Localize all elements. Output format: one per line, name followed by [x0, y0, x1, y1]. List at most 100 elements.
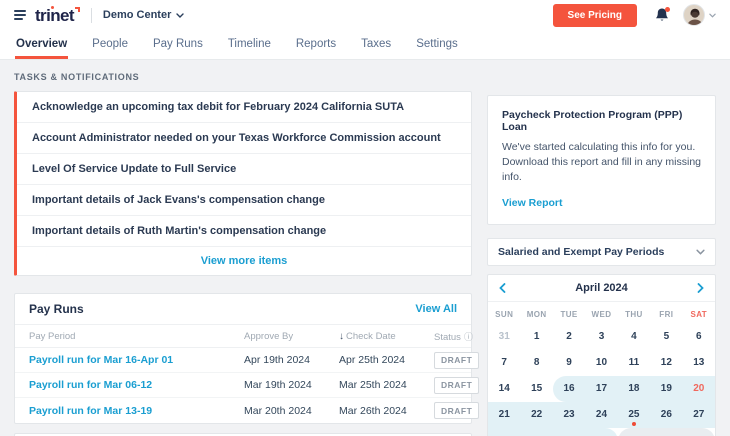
tab-people[interactable]: People	[91, 30, 129, 59]
calendar-day[interactable]: 18	[617, 375, 651, 402]
info-icon: ⓘ	[463, 331, 473, 342]
status-cell: DRAFT	[434, 351, 480, 369]
calendar-day[interactable]: 27	[682, 401, 715, 428]
calendar-day[interactable]: 26	[650, 401, 683, 428]
calendar-day[interactable]: 13	[683, 350, 715, 376]
calendar-day[interactable]: 11	[618, 350, 650, 376]
approve-by-value: Apr 19th 2024	[244, 354, 310, 366]
calendar-day[interactable]: 28	[488, 427, 521, 436]
check-date-value: Apr 25th 2024	[339, 354, 405, 366]
calendar-day[interactable]: 9	[553, 350, 585, 376]
trinet-logo[interactable]: trinet	[35, 5, 80, 25]
header-divider	[90, 7, 92, 23]
pay-runs-card: Pay Runs View All Pay Period Approve By …	[14, 293, 480, 424]
calendar-day[interactable]: 1	[520, 324, 552, 350]
calendar-day[interactable]: 31	[488, 324, 520, 350]
calendar-day[interactable]: 30	[552, 427, 586, 436]
calendar-grid: 31 1 2 3 4 5 6 7 8 9 10 11 12 13 14 15 16 17 18 19 20 21 22 23 2…	[488, 324, 715, 436]
calendar-day[interactable]: 4	[618, 324, 650, 350]
calendar-day[interactable]: 22	[520, 401, 553, 428]
pay-runs-table-header: Pay Period Approve By ↓ Check Date Status…	[15, 325, 473, 348]
pay-run-row: Payroll run for Mar 16-Apr 01 Apr 19th 20…	[15, 348, 480, 373]
calendar-day[interactable]: 21	[488, 401, 521, 428]
pay-runs-header: Pay Runs View All	[15, 294, 471, 325]
tab-overview[interactable]: Overview	[15, 30, 69, 59]
notification-item[interactable]: Important details of Ruth Martin's compe…	[17, 216, 471, 247]
calendar-day[interactable]: 15	[520, 376, 552, 402]
calendar-prev-month-icon[interactable]	[499, 282, 506, 293]
notification-item[interactable]: Acknowledge an upcoming tax debit for Fe…	[17, 92, 471, 123]
status-cell: DRAFT	[434, 402, 480, 419]
calendar-day[interactable]: 8	[520, 350, 552, 376]
calendar-day[interactable]: 17	[585, 375, 618, 402]
calendar-day[interactable]: 5	[650, 324, 682, 350]
logo-orange-dot	[50, 5, 54, 9]
user-menu[interactable]	[683, 4, 716, 26]
status-badge: DRAFT	[434, 376, 480, 394]
calendar-card: April 2024 SUN MON TUE WED THU FRI SAT 31 1 2 3 4 5…	[487, 273, 716, 436]
calendar-day[interactable]: 24	[585, 401, 618, 428]
pay-run-link[interactable]: Payroll run for Mar 13-19	[29, 405, 244, 417]
column-status[interactable]: Status ⓘ	[434, 330, 473, 343]
tab-pay-runs[interactable]: Pay Runs	[152, 30, 204, 59]
calendar-day[interactable]: 3	[650, 427, 683, 436]
day-header-thu: THU	[625, 309, 643, 319]
column-check-date[interactable]: ↓ Check Date	[339, 331, 434, 342]
check-date-value: Mar 25th 2024	[339, 379, 407, 391]
pay-run-link[interactable]: Payroll run for Mar 16-Apr 01	[29, 354, 244, 366]
pay-run-row: Payroll run for Mar 13-19 Mar 20th 2024 Ma…	[15, 398, 480, 423]
calendar-day[interactable]: 10	[585, 350, 617, 376]
hamburger-menu-icon[interactable]	[14, 9, 26, 21]
pay-runs-title: Pay Runs	[29, 302, 84, 316]
view-all-link[interactable]: View All	[415, 303, 457, 315]
notification-item[interactable]: Important details of Jack Evans's compen…	[17, 185, 471, 216]
calendar-next-month-icon[interactable]	[697, 282, 704, 293]
view-more-items-link[interactable]: View more items	[17, 247, 471, 275]
main-content: TASKS & NOTIFICATIONS Acknowledge an upc…	[0, 60, 730, 436]
pay-run-row: Payroll run for Mar 06-12 Mar 19th 2024 Ma…	[15, 373, 480, 398]
chevron-down-icon	[696, 249, 705, 255]
calendar-day[interactable]: 14	[488, 376, 520, 402]
calendar-day[interactable]: 16	[552, 375, 586, 402]
calendar-day[interactable]: 25	[617, 401, 651, 428]
column-approve-by[interactable]: Approve By	[244, 331, 339, 342]
brand-wordmark: trinet	[35, 5, 75, 25]
calendar-day[interactable]: 2	[553, 324, 585, 350]
calendar-day[interactable]: 2	[617, 427, 651, 436]
calendar-day[interactable]: 1	[585, 427, 618, 436]
status-badge: DRAFT	[434, 402, 480, 419]
ppp-loan-card: Paycheck Protection Program (PPP) Loan W…	[487, 95, 716, 225]
column-pay-period[interactable]: Pay Period	[29, 331, 244, 342]
pay-period-selector[interactable]: Salaried and Exempt Pay Periods	[487, 237, 716, 266]
account-switcher[interactable]: Demo Center	[103, 9, 185, 21]
status-cell: DRAFT	[434, 376, 480, 394]
nav-tabs: Overview People Pay Runs Timeline Reports Tax…	[0, 30, 730, 60]
calendar-day[interactable]: 4	[682, 427, 715, 436]
notifications-bell-icon[interactable]	[655, 7, 670, 23]
calendar-day[interactable]: 23	[552, 401, 586, 428]
calendar-day[interactable]: 6	[683, 324, 715, 350]
calendar-day[interactable]: 20	[682, 375, 715, 402]
tab-taxes[interactable]: Taxes	[360, 30, 392, 59]
calendar-week: 7 8 9 10 11 12 13	[488, 350, 715, 376]
tab-settings[interactable]: Settings	[415, 30, 459, 59]
notifications-card: Acknowledge an upcoming tax debit for Fe…	[14, 91, 472, 276]
calendar-day[interactable]: 7	[488, 350, 520, 376]
pay-run-link[interactable]: Payroll run for Mar 06-12	[29, 379, 244, 391]
calendar-day[interactable]: 12	[650, 350, 682, 376]
approve-by-value: Mar 19th 2024	[244, 379, 312, 391]
right-column: Paycheck Protection Program (PPP) Loan W…	[487, 69, 716, 436]
notification-item[interactable]: Account Administrator needed on your Tex…	[17, 123, 471, 154]
tab-reports[interactable]: Reports	[295, 30, 337, 59]
calendar-day[interactable]: 3	[585, 324, 617, 350]
notifications-list: Acknowledge an upcoming tax debit for Fe…	[17, 92, 471, 247]
see-pricing-button[interactable]: See Pricing	[552, 3, 637, 27]
notification-item[interactable]: Level Of Service Update to Full Service	[17, 154, 471, 185]
calendar-day[interactable]: 19	[650, 375, 683, 402]
day-header-fri: FRI	[659, 309, 674, 319]
tab-timeline[interactable]: Timeline	[227, 30, 272, 59]
calendar-day[interactable]: 29	[520, 427, 553, 436]
calendar-week: 31 1 2 3 4 5 6	[488, 324, 715, 350]
calendar-week: 21 22 23 24 25 26 27	[488, 401, 715, 428]
view-report-link[interactable]: View Report	[502, 197, 563, 209]
